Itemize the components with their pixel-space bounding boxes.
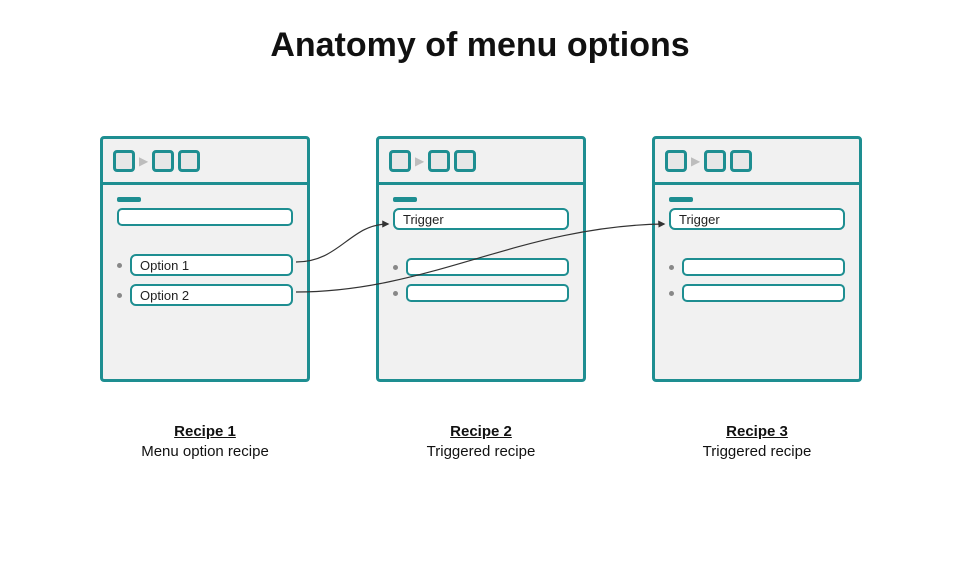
caption-subtitle: Triggered recipe <box>652 442 862 462</box>
step-row <box>393 258 569 276</box>
header-square-icon <box>428 150 450 172</box>
field-placeholder <box>117 208 293 226</box>
card-header: ▶ <box>379 139 583 185</box>
bullet-icon <box>393 265 398 270</box>
caption-recipe-3: Recipe 3 Triggered recipe <box>652 422 862 463</box>
header-square-icon <box>665 150 687 172</box>
trigger-pill: Trigger <box>669 208 845 230</box>
recipe-card-1: ▶ Option 1 Option 2 <box>100 136 310 382</box>
accent-bar <box>393 197 417 202</box>
trigger-pill: Trigger <box>393 208 569 230</box>
field-placeholder <box>406 284 569 302</box>
card-body: Option 1 Option 2 <box>103 185 307 316</box>
option-row-2: Option 2 <box>117 284 293 306</box>
bullet-icon <box>669 265 674 270</box>
chevron-right-icon: ▶ <box>139 154 148 168</box>
card-header: ▶ <box>103 139 307 185</box>
header-square-icon <box>704 150 726 172</box>
caption-title: Recipe 2 <box>376 422 586 442</box>
caption-recipe-1: Recipe 1 Menu option recipe <box>100 422 310 463</box>
recipe-card-2: ▶ Trigger <box>376 136 586 382</box>
accent-bar <box>669 197 693 202</box>
caption-subtitle: Menu option recipe <box>100 442 310 462</box>
field-placeholder <box>406 258 569 276</box>
chevron-right-icon: ▶ <box>415 154 424 168</box>
step-row <box>669 284 845 302</box>
page-title: Anatomy of menu options <box>0 26 960 65</box>
header-square-icon <box>454 150 476 172</box>
card-header: ▶ <box>655 139 859 185</box>
header-square-icon <box>178 150 200 172</box>
diagram-stage: ▶ Option 1 Option 2 ▶ T <box>0 136 960 416</box>
field-placeholder <box>682 284 845 302</box>
option-1-pill: Option 1 <box>130 254 293 276</box>
option-2-pill: Option 2 <box>130 284 293 306</box>
card-body: Trigger <box>379 185 583 312</box>
bullet-icon <box>393 291 398 296</box>
option-row-1: Option 1 <box>117 254 293 276</box>
caption-title: Recipe 1 <box>100 422 310 442</box>
header-square-icon <box>389 150 411 172</box>
bullet-icon <box>117 293 122 298</box>
step-row <box>669 258 845 276</box>
chevron-right-icon: ▶ <box>691 154 700 168</box>
recipe-card-3: ▶ Trigger <box>652 136 862 382</box>
field-placeholder <box>682 258 845 276</box>
bullet-icon <box>669 291 674 296</box>
accent-bar <box>117 197 141 202</box>
header-square-icon <box>730 150 752 172</box>
card-body: Trigger <box>655 185 859 312</box>
caption-subtitle: Triggered recipe <box>376 442 586 462</box>
header-square-icon <box>113 150 135 172</box>
bullet-icon <box>117 263 122 268</box>
caption-recipe-2: Recipe 2 Triggered recipe <box>376 422 586 463</box>
caption-title: Recipe 3 <box>652 422 862 442</box>
header-square-icon <box>152 150 174 172</box>
step-row <box>393 284 569 302</box>
